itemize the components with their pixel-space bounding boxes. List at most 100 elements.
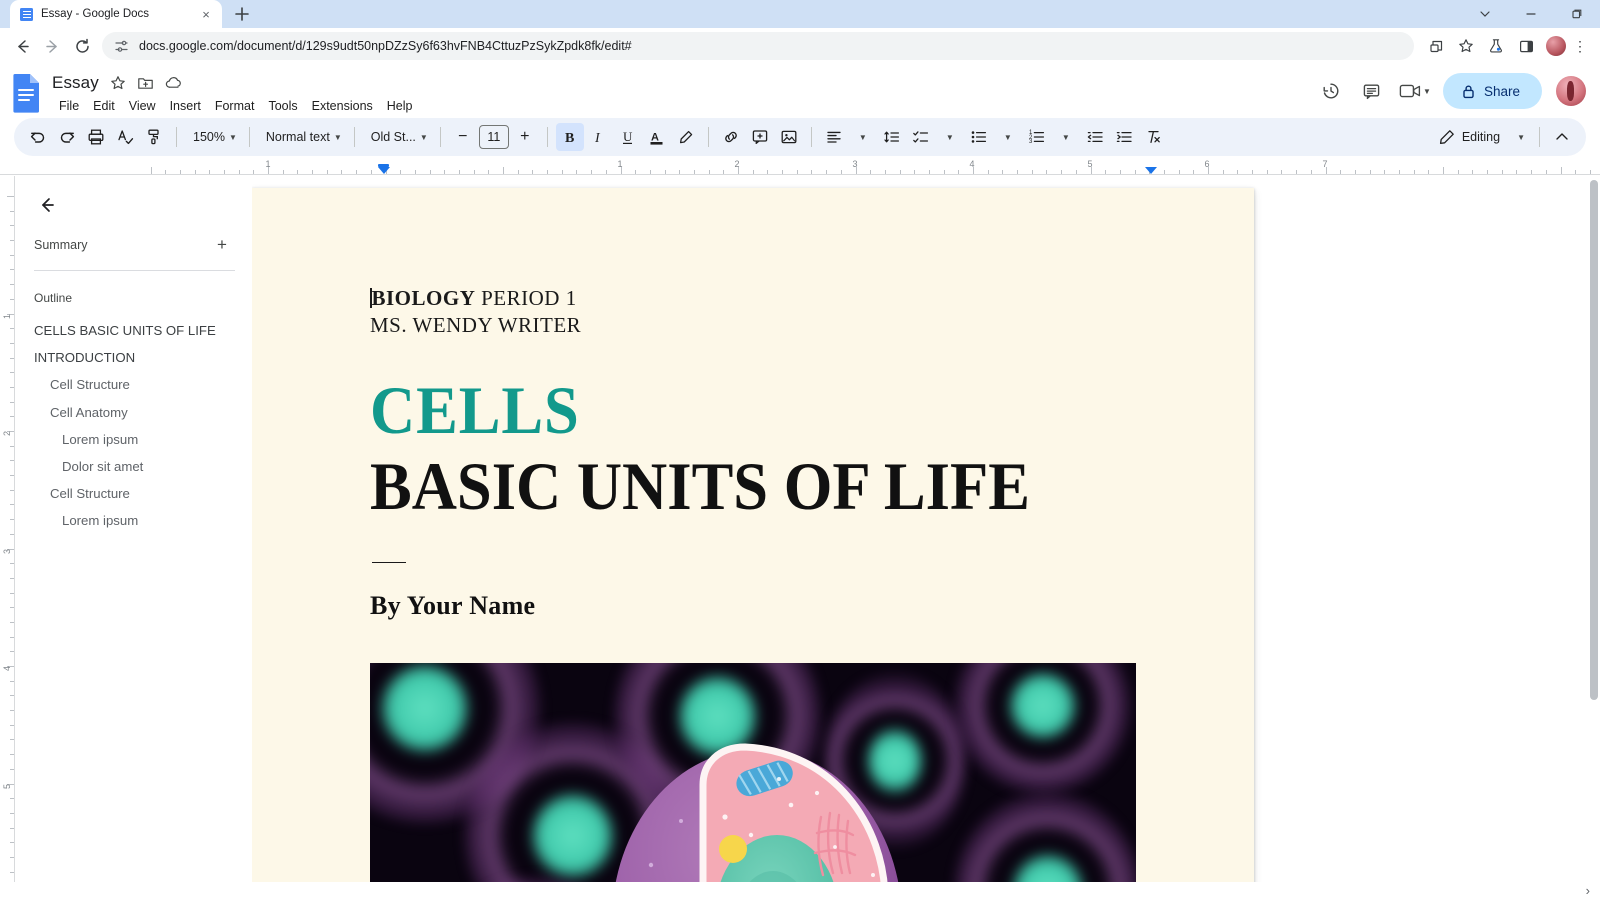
restore-icon[interactable]: [1554, 0, 1600, 28]
outline-item[interactable]: INTRODUCTION: [32, 344, 235, 371]
google-docs-logo[interactable]: [12, 73, 44, 113]
menu-insert[interactable]: Insert: [163, 97, 208, 115]
side-panel-icon[interactable]: [1512, 32, 1540, 60]
minimize-icon[interactable]: [1508, 0, 1554, 28]
reload-button[interactable]: [68, 32, 96, 60]
menu-format[interactable]: Format: [208, 97, 262, 115]
font-family-dropdown[interactable]: Old St... ▼: [363, 123, 432, 151]
back-button[interactable]: [8, 32, 36, 60]
address-bar[interactable]: docs.google.com/document/d/129s9udt50npD…: [102, 32, 1414, 60]
document-page[interactable]: BIOLOGY PERIOD 1 MS. WENDY WRITER CELLS …: [252, 188, 1254, 900]
comment-icon[interactable]: [1353, 73, 1389, 109]
outline-item[interactable]: Cell Anatomy: [32, 399, 235, 426]
outline-item[interactable]: CELLS BASIC UNITS OF LIFE: [32, 317, 235, 344]
font-size-input[interactable]: [478, 125, 509, 149]
menu-view[interactable]: View: [122, 97, 163, 115]
meet-button[interactable]: ▼: [1393, 73, 1433, 109]
align-button[interactable]: [820, 123, 848, 151]
checklist-dropdown-caret[interactable]: ▼: [936, 123, 964, 151]
site-settings-icon[interactable]: [114, 39, 129, 54]
doc-title-main[interactable]: BASIC UNITS OF LIFE: [370, 449, 1082, 524]
doc-title-accent[interactable]: CELLS: [370, 373, 1082, 447]
url-text: docs.google.com/document/d/129s9udt50npD…: [139, 39, 632, 53]
paragraph-style-dropdown[interactable]: Normal text ▼: [258, 123, 346, 151]
forward-button[interactable]: [38, 32, 66, 60]
profile-avatar[interactable]: [1546, 36, 1566, 56]
add-summary-button[interactable]: +: [211, 234, 233, 256]
chevron-down-icon[interactable]: ▼: [1423, 87, 1431, 96]
numbered-list-dropdown-caret[interactable]: ▼: [1052, 123, 1080, 151]
collapse-toolbar-button[interactable]: [1548, 123, 1576, 151]
version-history-icon[interactable]: [1313, 73, 1349, 109]
document-title[interactable]: Essay: [52, 73, 99, 93]
spellcheck-button[interactable]: [111, 123, 139, 151]
horizontal-ruler[interactable]: 11234567: [0, 160, 1600, 176]
vertical-ruler[interactable]: 12345: [0, 176, 16, 900]
text-color-button[interactable]: A: [643, 123, 671, 151]
decrease-font-size-button[interactable]: −: [449, 123, 477, 151]
bookmark-star-icon[interactable]: [1452, 32, 1480, 60]
align-dropdown-caret[interactable]: ▼: [849, 123, 877, 151]
cell-illustration-image[interactable]: [370, 663, 1136, 900]
vertical-scrollbar-thumb[interactable]: [1590, 180, 1598, 700]
clear-formatting-button[interactable]: [1139, 123, 1167, 151]
paint-format-button[interactable]: [140, 123, 168, 151]
chevron-down-icon[interactable]: ▼: [1517, 133, 1525, 142]
editing-mode-button[interactable]: Editing ▼: [1429, 123, 1531, 151]
new-tab-button[interactable]: [228, 0, 256, 28]
outline-item[interactable]: Cell Structure: [32, 480, 235, 507]
docs-header: Essay File Edit View Insert Format Tools…: [0, 64, 1600, 118]
doc-byline[interactable]: By Your Name: [370, 591, 1144, 621]
menu-file[interactable]: File: [52, 97, 86, 115]
doc-header-line-2[interactable]: MS. WENDY WRITER: [370, 312, 1144, 339]
outline-item[interactable]: Lorem ipsum: [32, 507, 235, 534]
right-indent-marker[interactable]: [1145, 167, 1157, 174]
labs-flask-icon[interactable]: [1482, 32, 1510, 60]
add-comment-button[interactable]: [746, 123, 774, 151]
bulleted-list-dropdown-caret[interactable]: ▼: [994, 123, 1022, 151]
decrease-indent-button[interactable]: [1081, 123, 1109, 151]
menu-help[interactable]: Help: [380, 97, 420, 115]
redo-button[interactable]: [53, 123, 81, 151]
svg-text:3: 3: [1029, 139, 1033, 145]
menu-extensions[interactable]: Extensions: [305, 97, 380, 115]
share-icon[interactable]: [1422, 32, 1450, 60]
outline-item[interactable]: Lorem ipsum: [32, 426, 235, 453]
star-icon[interactable]: [109, 74, 127, 92]
chevron-right-icon[interactable]: ›: [1586, 883, 1590, 898]
share-button[interactable]: Share: [1442, 73, 1542, 109]
insert-link-button[interactable]: [717, 123, 745, 151]
background-cell: [955, 663, 1130, 794]
divider: [34, 270, 235, 271]
left-indent-marker[interactable]: [378, 167, 390, 174]
undo-button[interactable]: [24, 123, 52, 151]
menu-edit[interactable]: Edit: [86, 97, 122, 115]
increase-font-size-button[interactable]: +: [511, 123, 539, 151]
chevron-down-icon[interactable]: [1462, 0, 1508, 28]
numbered-list-button[interactable]: 123: [1023, 123, 1051, 151]
bold-button[interactable]: B: [555, 123, 584, 151]
outline-item[interactable]: Dolor sit amet: [32, 453, 235, 480]
first-line-indent-marker[interactable]: [378, 164, 389, 167]
document-scroll-container[interactable]: BIOLOGY PERIOD 1 MS. WENDY WRITER CELLS …: [252, 176, 1600, 900]
account-avatar[interactable]: [1556, 76, 1586, 106]
checklist-button[interactable]: [907, 123, 935, 151]
highlight-color-button[interactable]: [672, 123, 700, 151]
bulleted-list-button[interactable]: [965, 123, 993, 151]
zoom-dropdown[interactable]: 150% ▼: [185, 123, 241, 151]
doc-header-line-1[interactable]: BIOLOGY PERIOD 1: [370, 284, 1144, 312]
underline-button[interactable]: U: [614, 123, 642, 151]
browser-menu-icon[interactable]: ⋮: [1568, 32, 1592, 60]
back-arrow-icon[interactable]: [32, 190, 62, 220]
line-spacing-button[interactable]: [878, 123, 906, 151]
insert-image-button[interactable]: [775, 123, 803, 151]
folder-move-icon[interactable]: [137, 74, 155, 92]
browser-tab[interactable]: Essay - Google Docs ×: [10, 0, 222, 28]
cloud-saved-icon[interactable]: [165, 74, 183, 92]
close-icon[interactable]: ×: [198, 6, 214, 22]
menu-tools[interactable]: Tools: [261, 97, 304, 115]
print-button[interactable]: [82, 123, 110, 151]
increase-indent-button[interactable]: [1110, 123, 1138, 151]
outline-item[interactable]: Cell Structure: [32, 371, 235, 398]
italic-button[interactable]: I: [585, 123, 613, 151]
